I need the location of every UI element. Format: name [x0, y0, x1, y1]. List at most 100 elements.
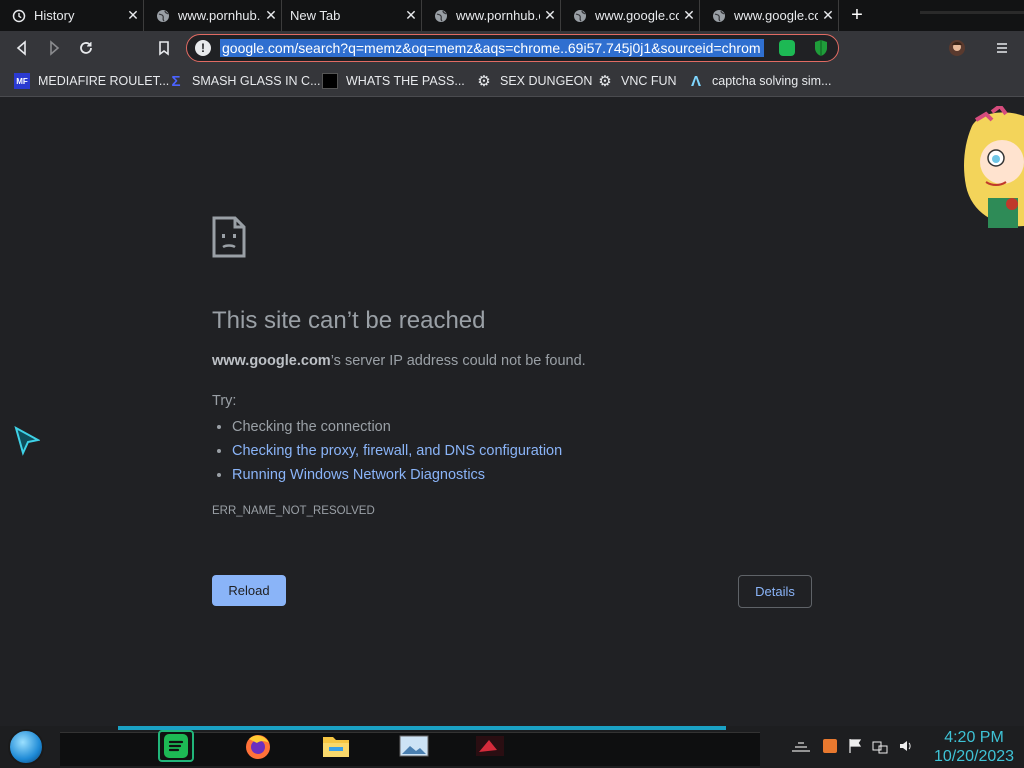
taskbar: 4:20 PM 10/20/2023 — [0, 726, 1024, 768]
details-button[interactable]: Details — [738, 575, 812, 608]
url-text[interactable]: google.com/search?q=memz&oq=memz&aqs=chr… — [220, 39, 764, 57]
error-host: www.google.com — [212, 353, 331, 369]
browser-toolbar: ! google.com/search?q=memz&oq=memz&aqs=c… — [0, 31, 1024, 65]
cartoon-sticker — [964, 106, 1024, 228]
suggestion-text: Checking the connection — [232, 419, 391, 435]
bookmark-label: WHATS THE PASS... — [346, 74, 465, 88]
bookmark-label: captcha solving sim... — [712, 74, 832, 88]
taskbar-app-photos[interactable] — [396, 730, 432, 762]
tab-title: www.google.co — [734, 8, 818, 23]
close-icon[interactable]: ✕ — [261, 7, 281, 24]
volume-icon[interactable] — [898, 738, 914, 757]
bookmark-icon — [159, 41, 169, 56]
network-icon[interactable] — [790, 739, 812, 756]
bookmark-whats-the-pass[interactable]: WHATS THE PASS... — [322, 71, 465, 91]
taskbar-app-file-explorer[interactable] — [318, 730, 354, 762]
wifi-icon[interactable] — [872, 738, 888, 757]
bookmark-smash-glass[interactable]: Σ SMASH GLASS IN C... — [168, 71, 321, 91]
spotify-icon — [164, 734, 188, 758]
file-explorer-icon — [323, 737, 349, 757]
clock-time: 4:20 PM — [944, 729, 1004, 746]
error-desc-text: ’s server IP address could not be found. — [330, 353, 586, 369]
reload-button[interactable] — [74, 36, 98, 60]
back-icon — [16, 40, 26, 56]
tab-title: New Tab — [290, 8, 341, 23]
new-tab-button[interactable]: + — [846, 5, 868, 27]
tab-title: www.pornhub.c — [178, 8, 261, 23]
photos-icon — [399, 735, 429, 757]
sigma-icon: Σ — [171, 72, 181, 90]
reload-page-button[interactable]: Reload — [212, 575, 286, 606]
globe-icon — [573, 9, 587, 23]
close-icon[interactable]: ✕ — [123, 7, 143, 24]
gear-icon: ⚙ — [598, 73, 612, 90]
start-button[interactable] — [8, 729, 44, 765]
bookmark-label: SMASH GLASS IN C... — [192, 74, 321, 88]
address-bar[interactable]: ! google.com/search?q=memz&oq=memz&aqs=c… — [186, 34, 839, 62]
firefox-icon — [246, 735, 270, 759]
taskbar-app-media[interactable] — [472, 730, 508, 762]
bookmark-label: MEDIAFIRE ROULET... — [38, 74, 170, 88]
gear-icon: ⚙ — [477, 73, 491, 90]
bookmarks-bar: MF MEDIAFIRE ROULET... Σ SMASH GLASS IN … — [0, 65, 1024, 97]
tab-pornhub-1[interactable]: www.pornhub.c ✕ — [144, 0, 282, 31]
site-info-icon[interactable]: ! — [195, 40, 211, 56]
sad-document-icon — [212, 216, 246, 258]
refresh-icon — [80, 42, 92, 54]
flag-icon[interactable] — [848, 738, 862, 757]
list-item: Checking the connection — [232, 415, 562, 439]
error-description: www.google.com’s server IP address could… — [212, 353, 586, 369]
bookmark-label: VNC FUN — [621, 74, 677, 88]
error-code: ERR_NAME_NOT_RESOLVED — [212, 505, 375, 517]
tab-history[interactable]: History ✕ — [0, 0, 144, 31]
dark-box-icon — [322, 73, 338, 89]
app-tray-icon[interactable] — [822, 738, 838, 757]
close-icon[interactable]: ✕ — [818, 7, 838, 24]
menu-icon — [997, 43, 1007, 53]
bookmark-sex-dungeon[interactable]: ⚙ SEX DUNGEON — [476, 71, 592, 91]
tab-google-1[interactable]: www.google.co ✕ — [561, 0, 700, 31]
try-label: Try: — [212, 393, 237, 409]
close-icon[interactable]: ✕ — [401, 7, 421, 24]
taskbar-app-spotify[interactable] — [158, 730, 194, 762]
suggestion-link[interactable]: Checking the proxy, firewall, and DNS co… — [232, 443, 562, 459]
taskbar-clock[interactable]: 4:20 PM 10/20/2023 — [928, 728, 1020, 766]
tab-pornhub-2[interactable]: www.pornhub.c ✕ — [422, 0, 561, 31]
media-icon — [476, 736, 504, 756]
close-icon[interactable]: ✕ — [679, 7, 699, 24]
shield-extension-icon[interactable] — [814, 39, 828, 57]
bookmark-label: SEX DUNGEON — [500, 74, 593, 88]
taskbar-app-firefox[interactable] — [240, 730, 276, 762]
suggestions-list: Checking the connection Checking the pro… — [212, 415, 562, 487]
forward-button[interactable] — [42, 36, 66, 60]
tab-title: www.google.co — [595, 8, 679, 23]
suggestion-link[interactable]: Running Windows Network Diagnostics — [232, 467, 485, 483]
bookmark-captcha[interactable]: Λ captcha solving sim... — [688, 71, 832, 91]
close-icon[interactable]: ✕ — [540, 7, 560, 24]
window-decoration — [920, 0, 1024, 14]
globe-icon — [156, 9, 170, 23]
system-tray — [790, 736, 924, 758]
mediafire-icon: MF — [14, 73, 30, 89]
forward-icon — [50, 40, 60, 56]
clock-date: 10/20/2023 — [933, 748, 1015, 765]
profile-avatar[interactable] — [945, 36, 969, 60]
error-page: This site can’t be reached www.google.co… — [0, 98, 1024, 726]
lambda-icon: Λ — [690, 72, 701, 90]
back-button[interactable] — [10, 36, 34, 60]
bookmark-button[interactable] — [152, 36, 176, 60]
avatar-icon — [949, 40, 965, 56]
globe-icon — [434, 9, 448, 23]
bookmark-vnc-fun[interactable]: ⚙ VNC FUN — [597, 71, 677, 91]
tab-title: History — [34, 8, 75, 23]
history-icon — [12, 9, 26, 23]
cursor-icon — [14, 426, 40, 456]
bookmark-mediafire[interactable]: MF MEDIAFIRE ROULET... — [14, 71, 169, 91]
tab-google-2[interactable]: www.google.co ✕ — [700, 0, 839, 31]
list-item[interactable]: Checking the proxy, firewall, and DNS co… — [232, 439, 562, 463]
menu-button[interactable] — [990, 36, 1014, 60]
spotify-extension-icon[interactable] — [779, 40, 795, 56]
list-item[interactable]: Running Windows Network Diagnostics — [232, 463, 562, 487]
tab-title: www.pornhub.c — [456, 8, 540, 23]
tab-new-tab[interactable]: New Tab ✕ — [282, 0, 422, 31]
